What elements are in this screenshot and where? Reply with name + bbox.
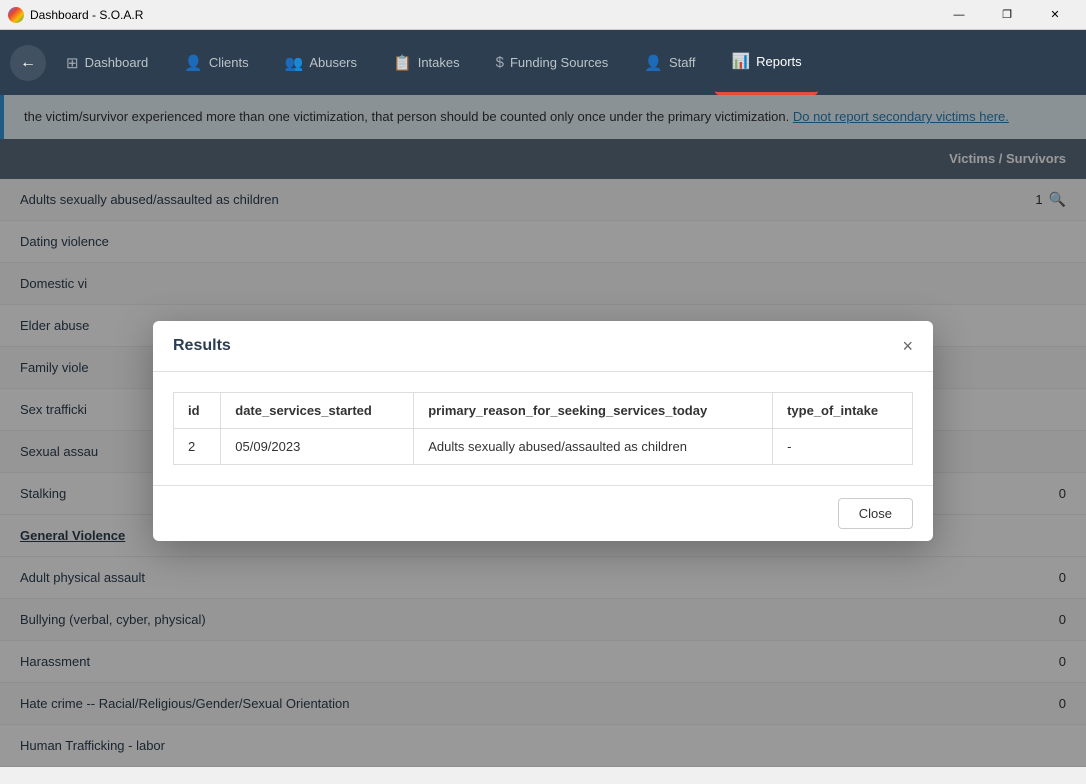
result-id: 2 — [174, 428, 221, 464]
modal-overlay: Results × id date_services_started prima… — [0, 95, 1086, 767]
main-content: the victim/survivor experienced more tha… — [0, 95, 1086, 767]
nav-back-button[interactable]: ← — [10, 45, 46, 81]
intakes-icon: 📋 — [393, 54, 412, 72]
nav-label-abusers: Abusers — [309, 55, 357, 70]
nav-item-staff[interactable]: 👤 Staff — [628, 30, 711, 95]
abusers-icon: 👥 — [285, 54, 304, 72]
funding-icon: $ — [496, 54, 504, 71]
restore-button[interactable]: ❐ — [984, 0, 1030, 30]
nav-item-reports[interactable]: 📊 Reports — [715, 30, 817, 95]
nav-bar: ← ⊞ Dashboard 👤 Clients 👥 Abusers 📋 Inta… — [0, 30, 1086, 95]
modal-title: Results — [173, 337, 231, 355]
nav-item-dashboard[interactable]: ⊞ Dashboard — [50, 30, 164, 95]
nav-item-clients[interactable]: 👤 Clients — [168, 30, 264, 95]
staff-icon: 👤 — [644, 54, 663, 72]
clients-icon: 👤 — [184, 54, 203, 72]
close-modal-button[interactable]: Close — [838, 498, 913, 529]
title-bar-left: Dashboard - S.O.A.R — [8, 7, 143, 23]
window-title: Dashboard - S.O.A.R — [30, 8, 143, 22]
title-bar: Dashboard - S.O.A.R — ❐ ✕ — [0, 0, 1086, 30]
nav-label-clients: Clients — [209, 55, 249, 70]
modal-close-button[interactable]: × — [902, 337, 913, 355]
nav-item-funding-sources[interactable]: $ Funding Sources — [480, 30, 625, 95]
col-header-reason: primary_reason_for_seeking_services_toda… — [414, 392, 773, 428]
result-date: 05/09/2023 — [221, 428, 414, 464]
results-modal: Results × id date_services_started prima… — [153, 321, 933, 541]
close-button[interactable]: ✕ — [1032, 0, 1078, 30]
nav-item-abusers[interactable]: 👥 Abusers — [269, 30, 373, 95]
col-header-id: id — [174, 392, 221, 428]
nav-label-staff: Staff — [669, 55, 696, 70]
nav-label-intakes: Intakes — [418, 55, 460, 70]
table-header-row: id date_services_started primary_reason_… — [174, 392, 913, 428]
nav-label-reports: Reports — [756, 54, 802, 69]
nav-item-intakes[interactable]: 📋 Intakes — [377, 30, 476, 95]
modal-header: Results × — [153, 321, 933, 372]
modal-footer: Close — [153, 485, 933, 541]
minimize-button[interactable]: — — [936, 0, 982, 30]
result-row: 2 05/09/2023 Adults sexually abused/assa… — [174, 428, 913, 464]
title-bar-controls: — ❐ ✕ — [936, 0, 1078, 30]
nav-label-dashboard: Dashboard — [85, 55, 149, 70]
result-reason: Adults sexually abused/assaulted as chil… — [414, 428, 773, 464]
dashboard-icon: ⊞ — [66, 54, 79, 72]
col-header-date: date_services_started — [221, 392, 414, 428]
back-icon: ← — [20, 54, 36, 72]
chrome-icon — [8, 7, 24, 23]
nav-label-funding: Funding Sources — [510, 55, 608, 70]
col-header-intake: type_of_intake — [773, 392, 913, 428]
modal-body: id date_services_started primary_reason_… — [153, 372, 933, 485]
results-table: id date_services_started primary_reason_… — [173, 392, 913, 465]
result-intake: - — [773, 428, 913, 464]
reports-icon: 📊 — [731, 52, 750, 70]
